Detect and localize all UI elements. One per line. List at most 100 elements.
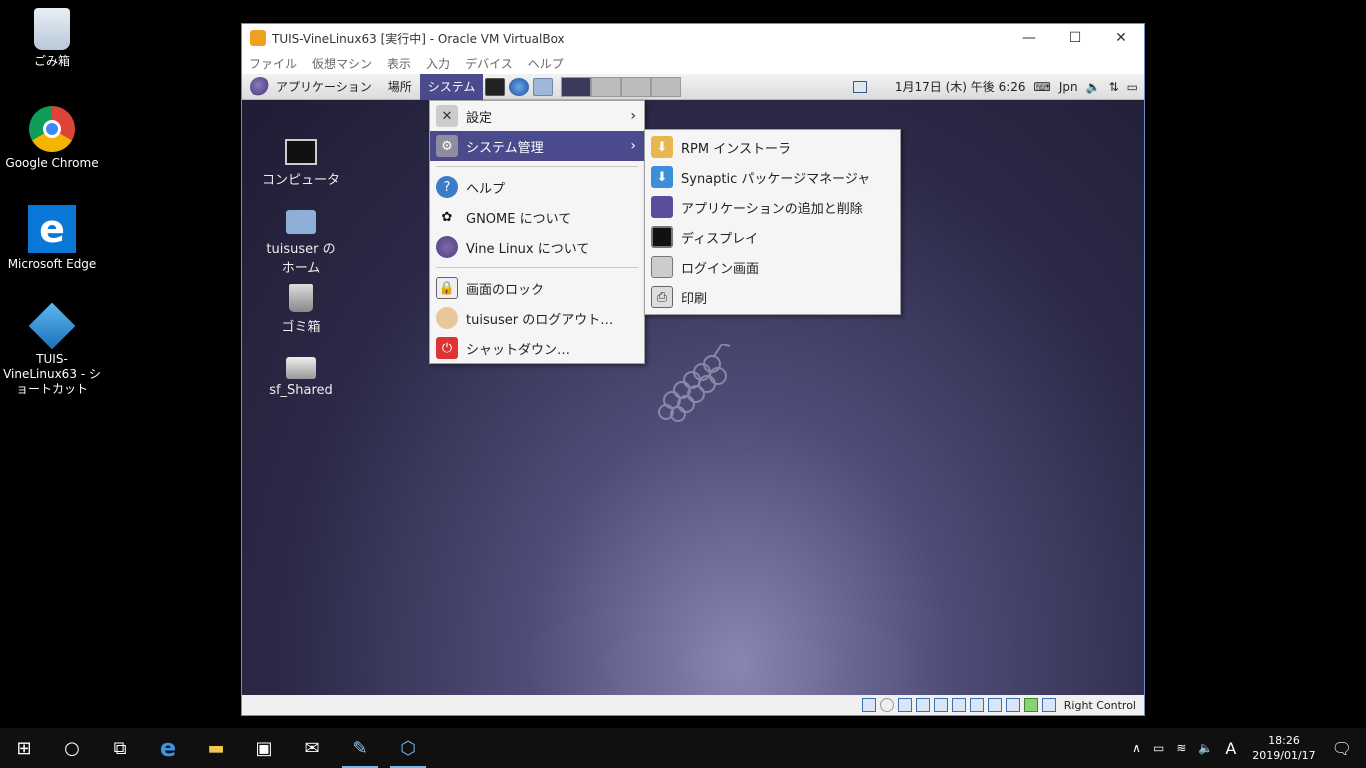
workspace-4[interactable] xyxy=(651,76,682,97)
file-manager-launcher-icon[interactable] xyxy=(533,77,554,96)
keyboard-capture-icon[interactable] xyxy=(1041,698,1056,712)
package-install-icon: ⬇ xyxy=(651,136,673,158)
shared-folders-icon[interactable] xyxy=(951,698,966,712)
submenu-item-add-remove[interactable]: アプリケーションの追加と削除 xyxy=(645,192,900,222)
battery-icon[interactable]: ▭ xyxy=(1127,80,1138,94)
network-adapter-icon[interactable] xyxy=(915,698,930,712)
menu-view[interactable]: 表示 xyxy=(387,55,411,72)
web-browser-launcher-icon[interactable] xyxy=(509,77,530,96)
submenu-item-print[interactable]: ⎙ 印刷 xyxy=(645,282,900,312)
menu-item-about-gnome[interactable]: ✿ GNOME について xyxy=(430,202,644,232)
login-screen-icon xyxy=(651,256,673,278)
menu-item-logout[interactable]: tuisuser のログアウト… xyxy=(430,303,644,333)
show-desktop-icon[interactable] xyxy=(852,80,867,93)
menu-item-settings[interactable]: ✕ 設定 › xyxy=(430,101,644,131)
taskbar-mail-icon[interactable]: ✉ xyxy=(288,728,336,768)
ime-indicator[interactable]: A xyxy=(1225,739,1236,758)
panel-applications-menu[interactable]: アプリケーション xyxy=(242,74,380,100)
guest-icon-shared[interactable]: sf_Shared xyxy=(251,357,351,398)
taskbar-clock[interactable]: 18:26 2019/01/17 xyxy=(1252,733,1315,763)
workspace-switcher[interactable] xyxy=(561,76,682,97)
search-icon[interactable]: ○ xyxy=(48,728,96,768)
menu-machine[interactable]: 仮想マシン xyxy=(312,55,372,72)
start-button[interactable]: ⊞ xyxy=(0,728,48,768)
guest-icon-trash[interactable]: ゴミ箱 xyxy=(251,284,351,335)
desktop-icon-chrome[interactable]: Google Chrome xyxy=(2,106,102,171)
menu-item-help[interactable]: ? ヘルプ xyxy=(430,172,644,202)
vine-wallpaper-logo xyxy=(652,342,737,424)
terminal-launcher-icon[interactable] xyxy=(485,77,506,96)
video-capture-icon[interactable] xyxy=(987,698,1002,712)
system-admin-submenu: ⬇ RPM インストーラ ⬇ Synaptic パッケージマネージャ アプリケー… xyxy=(644,129,901,315)
panel-system-menu[interactable]: システム xyxy=(419,74,484,100)
vine-grape-icon xyxy=(436,236,458,258)
power-icon: ⏻ xyxy=(436,337,458,359)
menu-help[interactable]: ヘルプ xyxy=(528,55,564,72)
virtualbox-icon xyxy=(28,302,76,350)
vine-grape-icon xyxy=(250,76,270,97)
guest-display[interactable]: アプリケーション 場所 システム 1月17日 (木) 午後 6:26 ⌨ Jpn… xyxy=(242,74,1144,695)
menu-devices[interactable]: デバイス xyxy=(465,55,513,72)
chevron-right-icon: › xyxy=(630,108,636,124)
battery-tray-icon[interactable]: ▭ xyxy=(1153,741,1164,755)
close-button[interactable]: ✕ xyxy=(1098,30,1144,46)
vbox-statusbar: Right Control xyxy=(242,695,1144,715)
desktop-icon-virtualbox-shortcut[interactable]: TUIS-VineLinux63 - ショートカット xyxy=(2,302,102,397)
submenu-item-synaptic[interactable]: ⬇ Synaptic パッケージマネージャ xyxy=(645,162,900,192)
guest-icon-computer[interactable]: コンピュータ xyxy=(251,139,351,188)
gear-icon: ⚙ xyxy=(436,135,458,157)
keyboard-layout-indicator[interactable]: Jpn xyxy=(1059,80,1078,94)
menu-item-shutdown[interactable]: ⏻ シャットダウン… xyxy=(430,333,644,363)
workspace-1[interactable] xyxy=(561,76,592,97)
taskbar-edge-icon[interactable]: e xyxy=(144,728,192,768)
action-center-icon[interactable]: 🗨 xyxy=(1332,739,1352,758)
mouse-integration-icon[interactable] xyxy=(1023,698,1038,712)
desktop-icon-edge[interactable]: e Microsoft Edge xyxy=(2,205,102,272)
drive-icon xyxy=(286,357,316,379)
system-tray: ∧ ▭ ≋ 🔈 A 18:26 2019/01/17 🗨 xyxy=(1126,728,1366,768)
guest-icon-label: sf_Shared xyxy=(269,383,333,398)
menu-item-lock-screen[interactable]: 🔒 画面のロック xyxy=(430,273,644,303)
vt-x-icon[interactable] xyxy=(1005,698,1020,712)
panel-places-menu[interactable]: 場所 xyxy=(380,74,420,100)
guest-icon-home[interactable]: tuisuser の ホーム xyxy=(251,210,351,276)
network-icon[interactable]: ⇅ xyxy=(1109,80,1119,94)
panel-clock[interactable]: 1月17日 (木) 午後 6:26 xyxy=(895,78,1026,95)
workspace-2[interactable] xyxy=(591,76,622,97)
audio-icon[interactable] xyxy=(897,698,912,712)
submenu-item-display[interactable]: ディスプレイ xyxy=(645,222,900,252)
keyboard-icon[interactable]: ⌨ xyxy=(1034,80,1051,94)
display-status-icon[interactable] xyxy=(969,698,984,712)
desktop-icon-label: ごみ箱 xyxy=(33,54,70,68)
submenu-item-login-screen[interactable]: ログイン画面 xyxy=(645,252,900,282)
volume-icon[interactable]: 🔈 xyxy=(1086,80,1101,94)
taskbar-paint-icon[interactable]: ✎ xyxy=(336,728,384,768)
desktop-icon-recycle-bin[interactable]: ごみ箱 xyxy=(2,8,102,69)
taskbar-store-icon[interactable]: ▣ xyxy=(240,728,288,768)
home-folder-icon xyxy=(286,210,316,234)
hard-disk-icon[interactable] xyxy=(861,698,876,712)
guest-icon-label: tuisuser の ホーム xyxy=(266,242,336,276)
menu-file[interactable]: ファイル xyxy=(249,55,297,72)
usb-icon[interactable] xyxy=(933,698,948,712)
task-view-icon[interactable]: ⧉ xyxy=(96,728,144,768)
taskbar-virtualbox-icon[interactable]: ⬡ xyxy=(384,728,432,768)
show-hidden-icons-icon[interactable]: ∧ xyxy=(1132,741,1141,755)
minimize-button[interactable]: — xyxy=(1006,30,1052,46)
wifi-icon[interactable]: ≋ xyxy=(1176,741,1186,755)
workspace-3[interactable] xyxy=(621,76,652,97)
gnome-foot-icon: ✿ xyxy=(441,209,453,225)
window-title: TUIS-VineLinux63 [実行中] - Oracle VM Virtu… xyxy=(272,31,565,46)
add-remove-icon xyxy=(651,196,673,218)
optical-drive-icon[interactable] xyxy=(879,698,894,712)
synaptic-icon: ⬇ xyxy=(651,166,673,188)
submenu-item-rpm-installer[interactable]: ⬇ RPM インストーラ xyxy=(645,132,900,162)
speaker-icon[interactable]: 🔈 xyxy=(1198,741,1213,755)
windows-taskbar: ⊞ ○ ⧉ e ▬ ▣ ✉ ✎ ⬡ ∧ ▭ ≋ 🔈 A 18:26 2019/0… xyxy=(0,728,1366,768)
taskbar-file-explorer-icon[interactable]: ▬ xyxy=(192,728,240,768)
maximize-button[interactable]: ☐ xyxy=(1052,30,1098,46)
menu-input[interactable]: 入力 xyxy=(426,55,450,72)
menu-item-system-admin[interactable]: ⚙ システム管理 › xyxy=(430,131,644,161)
virtualbox-window: TUIS-VineLinux63 [実行中] - Oracle VM Virtu… xyxy=(241,23,1145,716)
menu-item-about-vine[interactable]: Vine Linux について xyxy=(430,232,644,262)
